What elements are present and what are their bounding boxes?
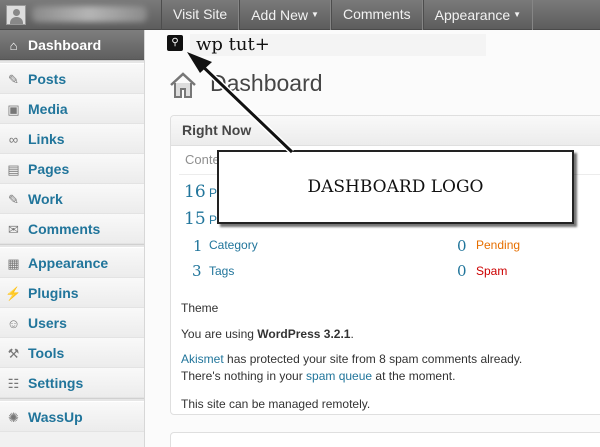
link-icon: ∞ [8, 132, 19, 147]
callout-text: DASHBOARD LOGO [307, 177, 484, 197]
sidebar-item-label: Plugins [28, 285, 79, 301]
comments-link[interactable]: Comments [330, 0, 423, 30]
category-label[interactable]: Category [209, 238, 258, 252]
widget-title[interactable]: Right Now [171, 116, 600, 146]
home-icon: ⌂ [9, 38, 18, 53]
sidebar-item-comments[interactable]: ✉ Comments [0, 214, 144, 244]
dashboard-house-icon [170, 72, 196, 98]
version-name: WordPress 3.2.1 [257, 327, 351, 341]
posts-count[interactable]: 16 [184, 182, 206, 202]
theme-heading: Theme [181, 301, 219, 315]
sidebar-item-label: Media [28, 101, 68, 117]
site-name[interactable]: wp tut+ [196, 34, 270, 55]
add-new-label: Add New [251, 7, 309, 23]
akismet-line: Akismet has protected your site from 8 s… [181, 352, 522, 366]
tags-count[interactable]: 3 [192, 262, 202, 280]
spam-label[interactable]: Spam [476, 264, 507, 278]
sidebar-item-pages[interactable]: ▤ Pages [0, 154, 144, 184]
sidebar-item-wassup[interactable]: ✺ WassUp [0, 402, 144, 432]
pushpin-icon: ✎ [8, 192, 19, 207]
plugins-icon: ⚡ [5, 286, 22, 301]
spam-queue-line: There's nothing in your spam queue at th… [181, 369, 455, 383]
visit-site-link[interactable]: Visit Site [161, 0, 240, 30]
pushpin-icon: ✎ [8, 72, 19, 87]
sidebar-item-label: Pages [28, 161, 70, 177]
sidebar-item-label: Dashboard [28, 37, 102, 53]
admin-bar: Visit Site Add New ▼ Comments Appearance ▼ [0, 0, 600, 30]
page-title: Dashboard [210, 70, 323, 96]
comments-icon: ✉ [8, 222, 19, 237]
sidebar-item-label: Links [28, 131, 65, 147]
blurred-site-name [32, 6, 147, 22]
queue-suffix: at the moment. [372, 369, 456, 383]
pending-label[interactable]: Pending [476, 238, 520, 252]
sidebar-item-appearance[interactable]: ▦ Appearance [0, 248, 144, 278]
version-suffix: . [350, 327, 354, 341]
sidebar-item-label: WassUp [28, 409, 83, 425]
visit-site-label: Visit Site [173, 6, 228, 22]
comments-label: Comments [342, 6, 411, 22]
content-subheading: Conte [185, 152, 220, 167]
posts-label[interactable]: P [209, 186, 217, 200]
media-icon: ▣ [7, 102, 20, 117]
dashboard-logo-icon[interactable]: ⚲ [167, 35, 183, 51]
admin-sidebar: ⌂ Dashboard ✎ Posts ▣ Media ∞ Links ▤ Pa… [0, 30, 145, 447]
spam-count[interactable]: 0 [457, 262, 467, 280]
settings-icon: ☷ [7, 376, 20, 391]
sidebar-item-label: Appearance [28, 255, 109, 271]
admin-bar-menu: Visit Site Add New ▼ Comments Appearance ▼ [161, 0, 534, 30]
sidebar-item-work[interactable]: ✎ Work [0, 184, 144, 214]
appearance-label: Appearance [434, 7, 511, 23]
version-line: You are using WordPress 3.2.1. [181, 327, 354, 341]
annotation-callout: DASHBOARD LOGO [217, 150, 574, 224]
pending-count[interactable]: 0 [457, 237, 467, 255]
sidebar-item-tools[interactable]: ⚒ Tools [0, 338, 144, 368]
tags-label[interactable]: Tags [209, 264, 234, 278]
category-count[interactable]: 1 [193, 237, 203, 255]
pages-icon: ▤ [7, 162, 20, 177]
pages-count[interactable]: 15 [184, 209, 206, 229]
sidebar-item-label: Posts [28, 71, 67, 87]
dropdown-caret-icon: ▼ [513, 10, 522, 19]
next-widget [170, 432, 600, 447]
akismet-text: has protected your site from 8 spam comm… [223, 352, 523, 366]
tools-icon: ⚒ [7, 346, 20, 361]
wassup-icon: ✺ [8, 410, 19, 425]
sidebar-item-label: Work [28, 191, 63, 207]
sidebar-item-posts[interactable]: ✎ Posts [0, 64, 144, 94]
sidebar-item-label: Users [28, 315, 67, 331]
spam-queue-link[interactable]: spam queue [306, 369, 372, 383]
sidebar-item-label: Comments [28, 221, 101, 237]
sidebar-item-settings[interactable]: ☷ Settings [0, 368, 144, 398]
dropdown-caret-icon: ▼ [311, 10, 319, 19]
version-prefix: You are using [181, 327, 258, 341]
appearance-icon: ▦ [7, 256, 20, 271]
users-icon: ☺ [6, 316, 21, 331]
appearance-menu[interactable]: Appearance ▼ [422, 0, 534, 30]
queue-prefix: There's nothing in your [181, 369, 307, 383]
remote-management-note: This site can be managed remotely. [181, 397, 371, 411]
pages-label[interactable]: P [209, 213, 217, 227]
sidebar-item-plugins[interactable]: ⚡ Plugins [0, 278, 144, 308]
sidebar-item-links[interactable]: ∞ Links [0, 124, 144, 154]
sidebar-item-label: Settings [28, 375, 84, 391]
add-new-menu[interactable]: Add New ▼ [239, 0, 331, 30]
sidebar-item-label: Tools [28, 345, 65, 361]
sidebar-item-dashboard[interactable]: ⌂ Dashboard [0, 30, 144, 60]
akismet-link[interactable]: Akismet [181, 352, 224, 366]
sidebar-item-users[interactable]: ☺ Users [0, 308, 144, 338]
sidebar-item-media[interactable]: ▣ Media [0, 94, 144, 124]
avatar[interactable] [6, 5, 26, 25]
